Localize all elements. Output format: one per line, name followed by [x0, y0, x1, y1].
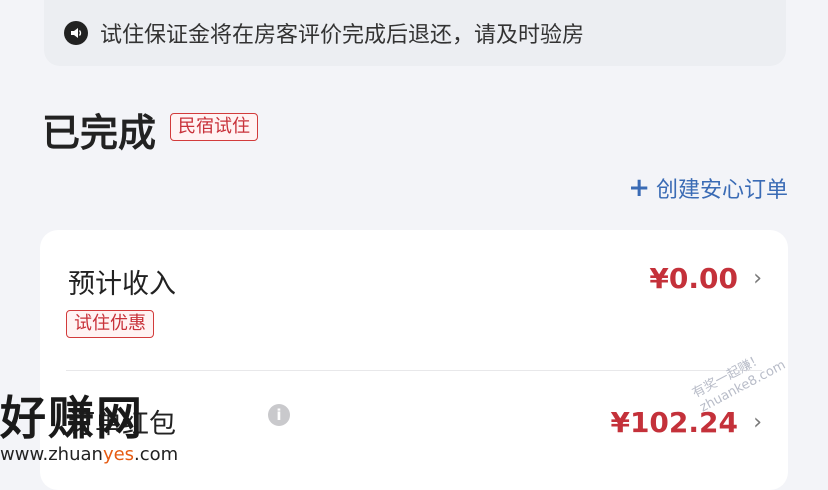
speaker-icon	[64, 21, 88, 45]
notice-banner: 试住保证金将在房客评价完成后退还，请及时验房	[44, 0, 786, 66]
expected-income-title: 预计收入	[68, 269, 176, 300]
watermark-url: www.zhuanyes.com	[0, 444, 179, 465]
red-packet-amount: ¥102.24	[610, 406, 738, 439]
trial-discount-tag: 试住优惠	[66, 310, 154, 338]
info-icon[interactable]: i	[268, 404, 290, 426]
order-type-tag: 民宿试住	[170, 113, 258, 141]
divider	[66, 370, 762, 371]
chevron-right-icon: ›	[753, 410, 762, 435]
create-safe-order-link[interactable]: + 创建安心订单	[628, 172, 788, 204]
order-status: 已完成	[42, 111, 157, 155]
chevron-right-icon: ›	[753, 266, 762, 291]
plus-icon: +	[628, 173, 650, 203]
create-safe-order-label: 创建安心订单	[655, 178, 788, 203]
watermark-logo: 好赚网	[0, 391, 144, 445]
expected-income-amount: ¥0.00	[649, 262, 738, 295]
site-watermark: 好赚网 www.zhuanyes.com	[0, 382, 178, 465]
notice-text: 试住保证金将在房客评价完成后退还，请及时验房	[100, 23, 585, 48]
